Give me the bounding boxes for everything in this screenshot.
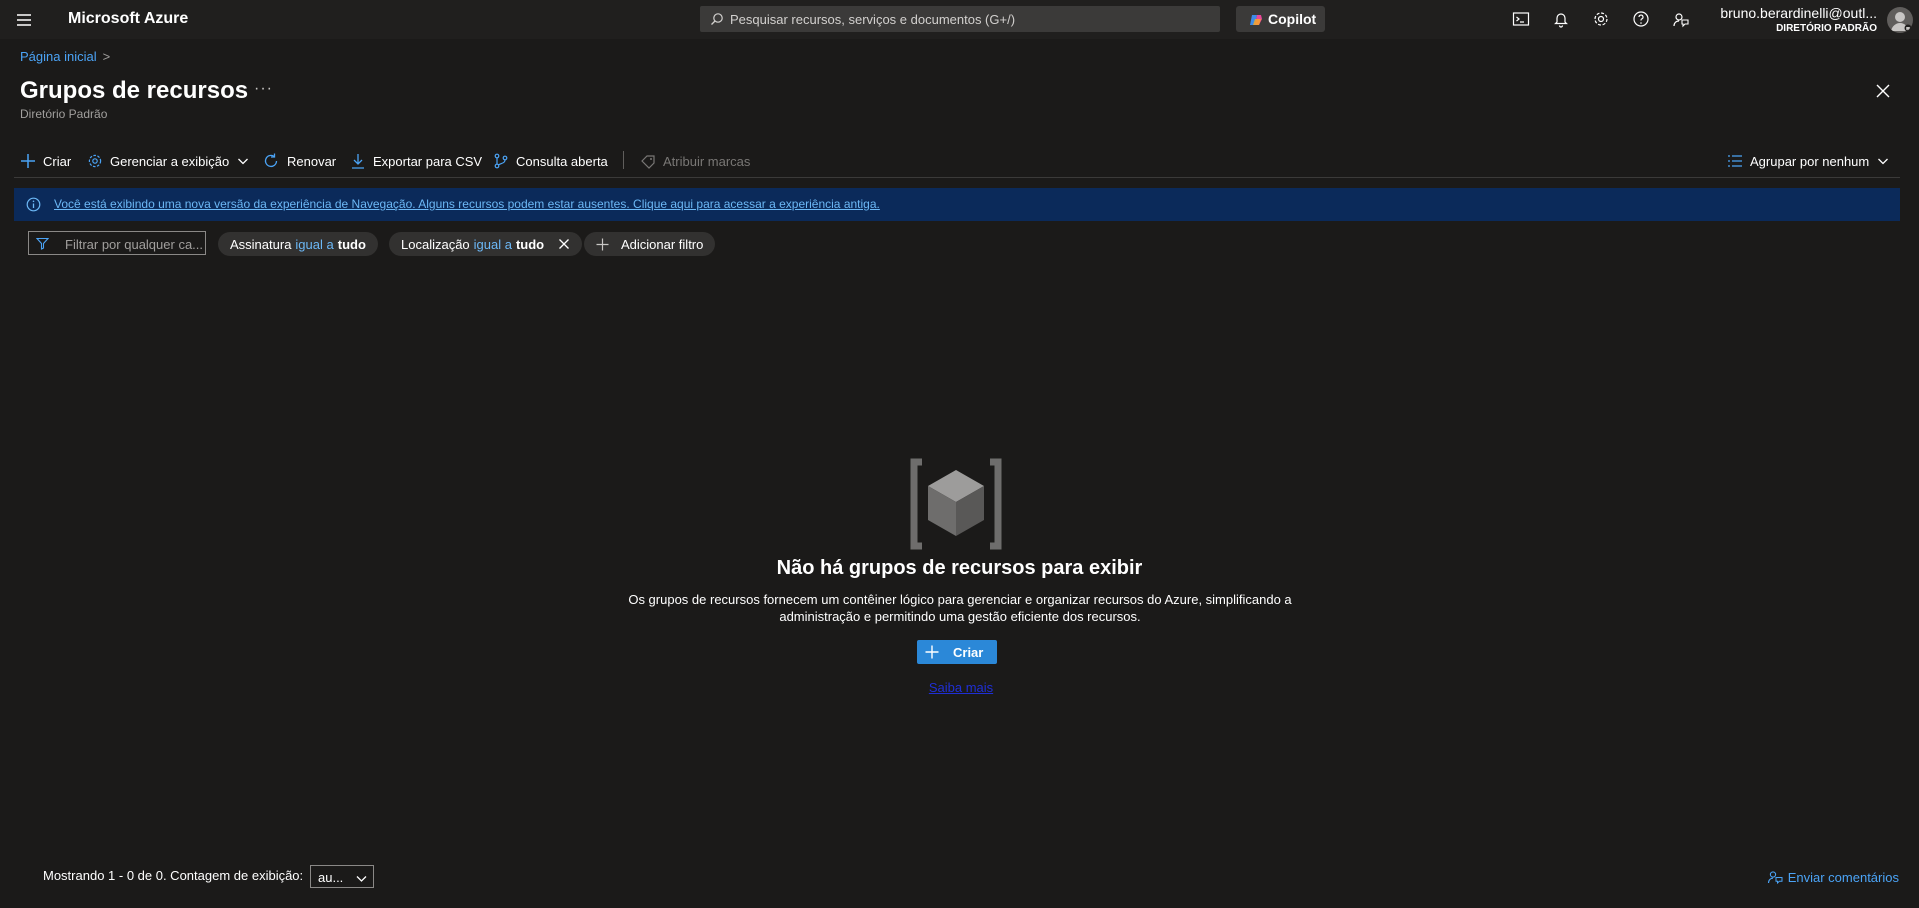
- command-separator: [623, 151, 624, 169]
- copilot-button[interactable]: Copilot: [1236, 6, 1325, 32]
- empty-state-create-button[interactable]: Criar: [917, 640, 997, 664]
- manage-view-command[interactable]: Gerenciar a exibição: [87, 151, 249, 171]
- group-by-command[interactable]: Agrupar por nenhum: [1727, 151, 1889, 171]
- add-filter-label: Adicionar filtro: [621, 236, 704, 252]
- send-feedback-link[interactable]: Enviar comentários: [1767, 869, 1899, 885]
- gear-icon: [88, 154, 102, 168]
- download-icon: [352, 154, 364, 169]
- settings-icon[interactable]: [1591, 9, 1611, 29]
- breadcrumb: Página inicial >: [20, 49, 110, 64]
- chevron-down-icon: [356, 876, 367, 882]
- export-csv-label: Exportar para CSV: [373, 153, 483, 169]
- command-bar-divider: [14, 177, 1900, 178]
- assign-tags-label: Atribuir marcas: [663, 153, 751, 169]
- breadcrumb-home[interactable]: Página inicial: [20, 49, 97, 64]
- menu-icon[interactable]: [14, 10, 34, 30]
- subscription-filter-pill[interactable]: Assinatura igual a tudo: [218, 232, 378, 256]
- empty-state-create-label: Criar: [953, 645, 984, 660]
- page-title: Grupos de recursos: [20, 77, 249, 104]
- plus-icon: [596, 238, 609, 250]
- list-icon: [1728, 155, 1742, 167]
- page-subtitle: Diretório Padrão: [20, 107, 108, 121]
- location-filter-operator: igual a: [473, 236, 512, 252]
- display-count-select[interactable]: au...: [310, 865, 374, 888]
- empty-state-title: Não há grupos de recursos para exibir: [776, 557, 1143, 579]
- query-icon: [494, 153, 508, 169]
- avatar[interactable]: [1887, 7, 1913, 33]
- location-filter-pill[interactable]: Localização igual a tudo: [389, 232, 583, 256]
- global-search[interactable]: Pesquisar recursos, serviços e documento…: [700, 6, 1220, 32]
- refresh-command[interactable]: Renovar: [262, 151, 336, 171]
- brand-name[interactable]: Microsoft Azure: [68, 10, 188, 28]
- add-filter-button[interactable]: Adicionar filtro: [584, 232, 716, 256]
- export-csv-command[interactable]: Exportar para CSV: [350, 151, 482, 171]
- chevron-down-icon: [1878, 158, 1889, 165]
- location-filter-field: Localização: [401, 236, 470, 252]
- send-feedback-label: Enviar comentários: [1787, 869, 1899, 885]
- user-email: bruno.berardinelli@outl...: [1720, 5, 1877, 21]
- create-command-label: Criar: [43, 153, 72, 169]
- feedback-icon[interactable]: [1671, 9, 1691, 29]
- more-options-icon[interactable]: ···: [254, 80, 273, 98]
- assign-tags-command[interactable]: Atribuir marcas: [640, 151, 750, 171]
- copilot-icon: [1250, 15, 1262, 25]
- banner-link[interactable]: Você está exibindo uma nova versão da ex…: [54, 197, 880, 211]
- info-icon: [26, 197, 41, 212]
- cloud-shell-icon[interactable]: [1511, 9, 1531, 29]
- resource-group-icon: [910, 458, 1002, 550]
- group-by-label: Agrupar por nenhum: [1750, 153, 1870, 169]
- location-filter-value: tudo: [515, 236, 545, 252]
- display-count-value: au...: [318, 870, 344, 885]
- create-command[interactable]: Criar: [20, 151, 71, 171]
- copilot-label: Copilot: [1268, 11, 1317, 27]
- search-icon: [711, 13, 723, 25]
- tag-icon: [641, 155, 655, 169]
- refresh-icon: [264, 153, 278, 167]
- chevron-down-icon: [238, 158, 249, 165]
- notifications-icon[interactable]: [1551, 9, 1571, 29]
- pagination-summary: Mostrando 1 - 0 de 0. Contagem de exibiç…: [43, 868, 304, 883]
- filter-search[interactable]: [28, 231, 206, 255]
- breadcrumb-chevron-icon: >: [102, 49, 111, 64]
- feedback-icon: [1767, 871, 1783, 885]
- search-placeholder: Pesquisar recursos, serviços e documento…: [730, 12, 1016, 27]
- subscription-filter-operator: igual a: [295, 236, 334, 252]
- remove-filter-icon[interactable]: [558, 238, 570, 250]
- subscription-filter-value: tudo: [337, 236, 366, 252]
- user-directory: DIRETÓRIO PADRÃO: [1776, 23, 1877, 34]
- open-query-command[interactable]: Consulta aberta: [493, 151, 608, 171]
- empty-state-description: Os grupos de recursos fornecem um contêi…: [628, 592, 1292, 624]
- refresh-label: Renovar: [287, 153, 337, 169]
- learn-more-link[interactable]: Saiba mais: [0, 680, 1919, 695]
- account-info[interactable]: bruno.berardinelli@outl... DIRETÓRIO PAD…: [1720, 5, 1877, 34]
- help-icon[interactable]: [1631, 9, 1651, 29]
- subscription-filter-field: Assinatura: [230, 236, 292, 252]
- plus-icon: [925, 645, 939, 659]
- plus-icon: [21, 154, 35, 168]
- info-banner: Você está exibindo uma nova versão da ex…: [14, 188, 1900, 221]
- top-bar: Microsoft Azure Pesquisar recursos, serv…: [0, 0, 1919, 39]
- filter-icon: [36, 237, 49, 250]
- filter-input[interactable]: [63, 235, 205, 253]
- open-query-label: Consulta aberta: [516, 153, 608, 169]
- close-icon[interactable]: [1874, 82, 1892, 100]
- manage-view-label: Gerenciar a exibição: [110, 153, 230, 169]
